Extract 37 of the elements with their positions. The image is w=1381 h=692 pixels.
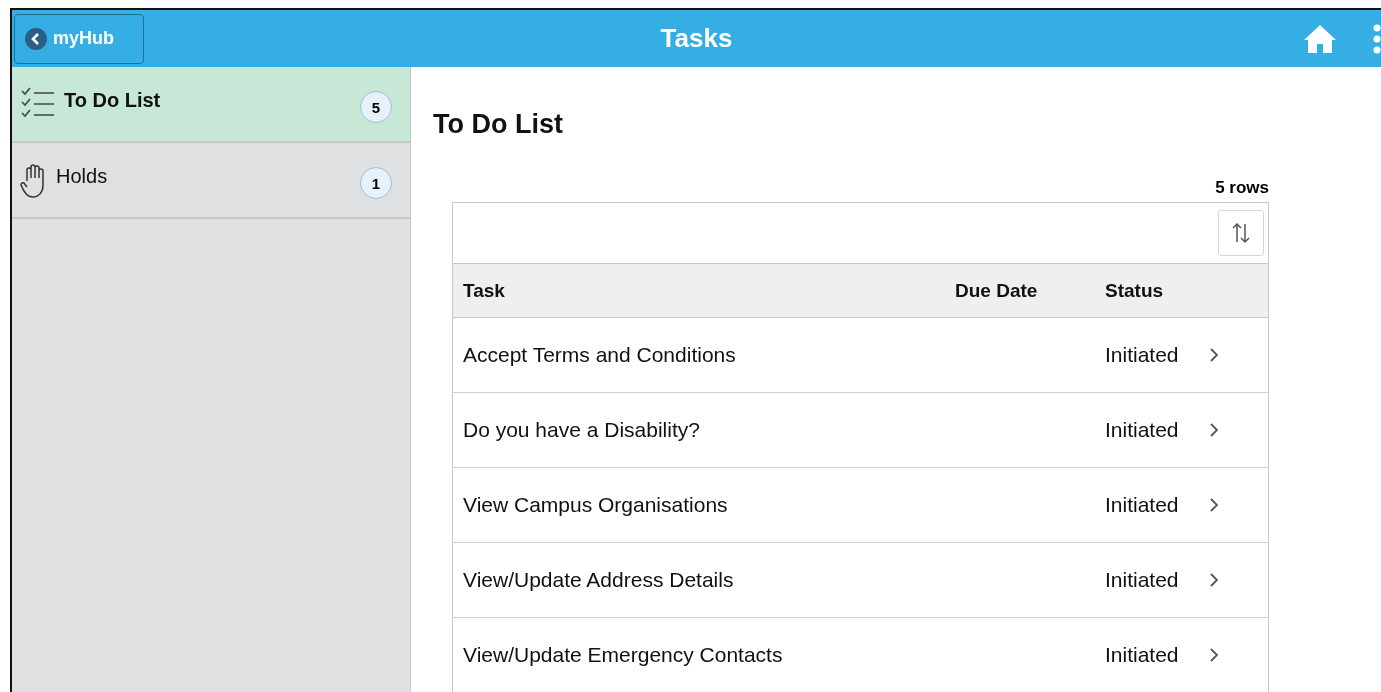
chevron-icon [1208, 571, 1220, 589]
column-header: Task [462, 279, 506, 302]
task-cell-text: View Campus Organisations [462, 493, 729, 517]
task-row[interactable]: View/Update Address Details Initiated [453, 543, 1268, 618]
task-row[interactable]: Accept Terms and Conditions Initiated [453, 318, 1268, 393]
count-badge: 1 [360, 167, 392, 199]
count-badge: 5 [360, 91, 392, 123]
task-row[interactable]: View Campus Organisations Initiated [453, 468, 1268, 543]
column-header: Status [1104, 279, 1165, 302]
task-row[interactable]: View/Update Emergency Contacts Initiated [453, 618, 1268, 692]
status-cell-text: Initiated [1104, 643, 1180, 667]
task-cell-text: View/Update Emergency Contacts [462, 643, 784, 667]
chevron-icon [1208, 421, 1220, 439]
home-icon[interactable] [1303, 22, 1337, 55]
task-row[interactable]: Do you have a Disability? Initiated [453, 393, 1268, 468]
item-label: Holds [56, 164, 108, 188]
section-title: To Do List [433, 109, 564, 140]
status-cell-text: Initiated [1104, 568, 1180, 592]
task-cell-text: Do you have a Disability? [462, 418, 701, 442]
chevron-icon [1208, 496, 1220, 514]
sidebar-item[interactable]: To Do List 5 [12, 67, 410, 143]
row-count: 5 rows [1215, 178, 1269, 197]
status-cell-text: Initiated [1104, 418, 1180, 442]
sidebar-item[interactable]: Holds 1 [12, 143, 410, 219]
status-cell-text: Initiated [1104, 343, 1180, 367]
page-title: Tasks [660, 23, 733, 53]
sort-icon [1230, 222, 1252, 244]
task-cell-text: View/Update Address Details [462, 568, 735, 592]
status-cell-text: Initiated [1104, 493, 1180, 517]
more-icon[interactable] [1373, 23, 1381, 54]
item-label: To Do List [64, 88, 161, 112]
chevron-icon [1208, 646, 1220, 664]
column-header: Due Date [954, 279, 1039, 302]
sort-button[interactable] [1218, 210, 1264, 256]
back-icon [25, 27, 47, 50]
task-cell-text: Accept Terms and Conditions [462, 343, 737, 367]
chevron-icon [1208, 346, 1220, 364]
